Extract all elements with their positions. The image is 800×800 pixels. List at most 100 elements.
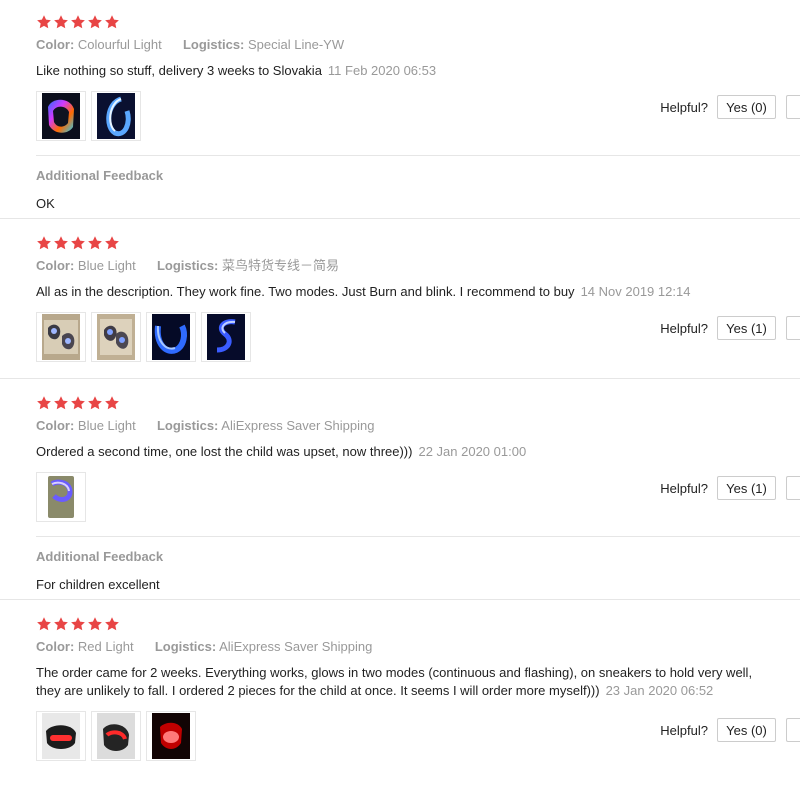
review-photo-thumbnail[interactable] [36, 312, 86, 362]
logistics-value: AliExpress Saver Shipping [221, 418, 375, 433]
helpful-label: Helpful? [660, 722, 708, 738]
logistics-value: AliExpress Saver Shipping [219, 639, 373, 654]
review-item: Color: Colourful Light Logistics: Specia… [0, 0, 800, 219]
color-label: Color: [36, 37, 75, 52]
star-rating [36, 13, 800, 31]
review-text: Ordered a second time, one lost the chil… [36, 444, 413, 459]
star-icon [87, 616, 103, 632]
star-rating [36, 394, 800, 412]
rainbow-light-clip-photo [42, 93, 80, 139]
review-item: Color: Blue Light Logistics: 菜鸟特货专线－简易 A… [0, 219, 800, 379]
star-rating [36, 615, 800, 633]
review-sku-info: Color: Colourful Light Logistics: Specia… [36, 37, 800, 53]
helpful-vote: Helpful? Yes (0) [660, 95, 800, 119]
additional-feedback-text: For children excellent [36, 577, 160, 592]
review-sku-info: Color: Red Light Logistics: AliExpress S… [36, 639, 800, 655]
star-icon [70, 14, 86, 30]
star-icon [87, 235, 103, 251]
star-icon [53, 14, 69, 30]
star-icon [87, 395, 103, 411]
star-icon [104, 14, 120, 30]
blue-glow-dark-photo [152, 314, 190, 360]
review-text-block: All as in the description. They work fin… [36, 283, 776, 301]
additional-feedback-text: OK [36, 196, 55, 211]
star-icon [53, 235, 69, 251]
star-icon [70, 616, 86, 632]
star-icon [104, 395, 120, 411]
logistics-label: Logistics: [156, 418, 219, 433]
logistics-label: Logistics: [154, 639, 217, 654]
star-icon [70, 235, 86, 251]
additional-feedback-title: Additional Feedback [36, 549, 164, 564]
review-photo-thumbnail[interactable] [36, 91, 86, 141]
star-icon [53, 395, 69, 411]
review-text-block: Ordered a second time, one lost the chil… [36, 443, 776, 461]
helpful-yes-button[interactable]: Yes (0) [717, 95, 776, 119]
blue-glow-curl-photo [207, 314, 245, 360]
helpful-yes-button[interactable]: Yes (0) [717, 718, 776, 742]
star-icon [87, 14, 103, 30]
review-photo-thumbnail[interactable] [146, 711, 196, 761]
color-value: Blue Light [77, 258, 136, 273]
color-value: Colourful Light [77, 37, 162, 52]
helpful-label: Helpful? [660, 480, 708, 496]
review-photo-thumbnail[interactable] [36, 472, 86, 522]
star-rating [36, 234, 800, 252]
additional-feedback-title: Additional Feedback [36, 168, 164, 183]
additional-feedback: Additional Feedback OK [36, 155, 800, 212]
review-photo-thumbnail[interactable] [91, 711, 141, 761]
color-label: Color: [36, 258, 75, 273]
logistics-value: Special Line-YW [248, 37, 345, 52]
helpful-label: Helpful? [660, 320, 708, 336]
packaged-clips-photo-2 [97, 314, 135, 360]
star-icon [53, 616, 69, 632]
review-photo-thumbnail[interactable] [146, 312, 196, 362]
helpful-yes-button[interactable]: Yes (1) [717, 476, 776, 500]
star-icon [36, 235, 52, 251]
color-label: Color: [36, 639, 75, 654]
additional-feedback: Additional Feedback For children excelle… [36, 536, 800, 593]
helpful-no-button[interactable] [786, 95, 800, 119]
review-sku-info: Color: Blue Light Logistics: 菜鸟特货专线－简易 [36, 258, 800, 274]
red-clip-grey-photo-2 [97, 713, 135, 759]
review-date: 14 Nov 2019 12:14 [580, 284, 691, 299]
review-photo-thumbnail[interactable] [36, 711, 86, 761]
review-list: Color: Colourful Light Logistics: Specia… [0, 0, 800, 800]
helpful-vote: Helpful? Yes (0) [660, 718, 800, 742]
star-icon [36, 616, 52, 632]
review-date: 23 Jan 2020 06:52 [605, 683, 714, 698]
review-item: Color: Blue Light Logistics: AliExpress … [0, 379, 800, 600]
review-date: 22 Jan 2020 01:00 [418, 444, 527, 459]
logistics-label: Logistics: [182, 37, 245, 52]
helpful-yes-button[interactable]: Yes (1) [717, 316, 776, 340]
logistics-value: 菜鸟特货专线－简易 [222, 258, 340, 273]
review-item: Color: Red Light Logistics: AliExpress S… [0, 600, 800, 800]
helpful-no-button[interactable] [786, 476, 800, 500]
star-icon [104, 616, 120, 632]
helpful-vote: Helpful? Yes (1) [660, 476, 800, 500]
red-glow-dark-photo [152, 713, 190, 759]
logistics-label: Logistics: [156, 258, 219, 273]
review-photo-thumbnail[interactable] [91, 91, 141, 141]
star-icon [36, 395, 52, 411]
packaged-clips-photo [42, 314, 80, 360]
helpful-label: Helpful? [660, 99, 708, 115]
review-text-block: Like nothing so stuff, delivery 3 weeks … [36, 62, 776, 80]
red-clip-grey-photo [42, 713, 80, 759]
star-icon [104, 235, 120, 251]
star-icon [36, 14, 52, 30]
review-text-block: The order came for 2 weeks. Everything w… [36, 664, 756, 700]
helpful-no-button[interactable] [786, 718, 800, 742]
review-date: 11 Feb 2020 06:53 [327, 63, 437, 78]
review-text: Like nothing so stuff, delivery 3 weeks … [36, 63, 322, 78]
star-icon [70, 395, 86, 411]
review-photo-thumbnail[interactable] [201, 312, 251, 362]
color-value: Red Light [77, 639, 134, 654]
helpful-no-button[interactable] [786, 316, 800, 340]
helpful-vote: Helpful? Yes (1) [660, 316, 800, 340]
review-photo-thumbnail[interactable] [91, 312, 141, 362]
blue-clip-on-phone-photo [42, 474, 80, 520]
review-sku-info: Color: Blue Light Logistics: AliExpress … [36, 418, 800, 434]
color-value: Blue Light [77, 418, 136, 433]
review-text: All as in the description. They work fin… [36, 284, 575, 299]
